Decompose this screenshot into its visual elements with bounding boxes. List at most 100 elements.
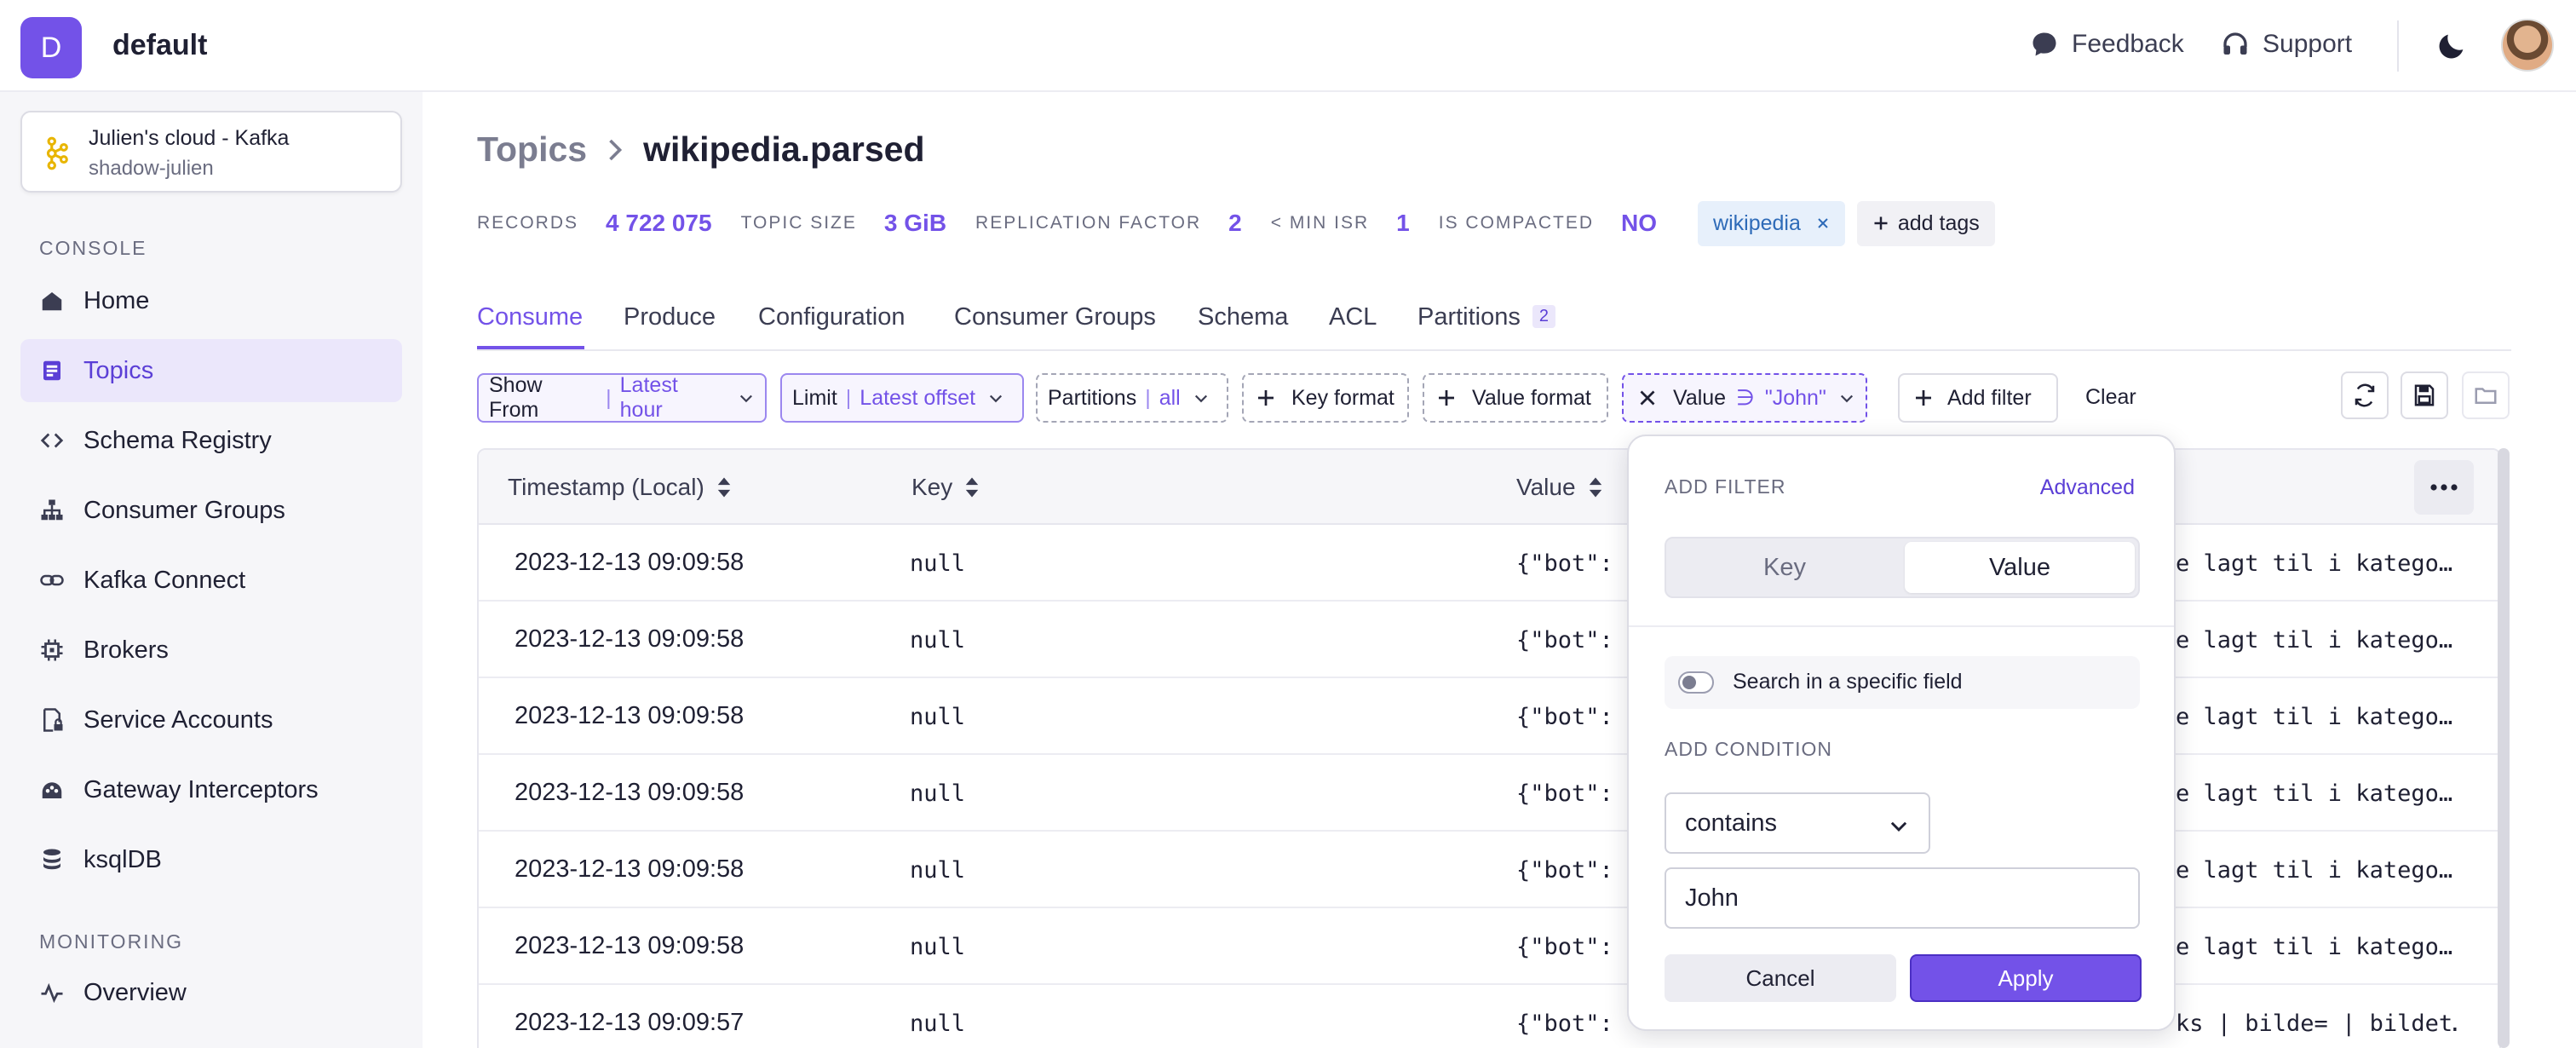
moon-icon[interactable]: [2435, 29, 2469, 63]
messages-table: Timestamp (Local) Key Value 2023-12-13 0…: [477, 448, 2501, 1048]
segment-key[interactable]: Key: [1670, 542, 1900, 593]
sidebar-item-brokers[interactable]: Brokers: [20, 619, 402, 682]
chevron-down-icon: [1194, 394, 1207, 403]
cancel-button[interactable]: Cancel: [1665, 954, 1896, 1002]
header-divider: [2397, 20, 2399, 72]
org-avatar[interactable]: D: [20, 17, 82, 78]
org-name[interactable]: default: [112, 29, 207, 62]
user-avatar[interactable]: [2501, 19, 2554, 72]
chevron-down-icon: [740, 394, 753, 403]
value-filter-chip[interactable]: Value ∋ "John": [1622, 373, 1867, 423]
doc-lock-icon: [43, 708, 63, 732]
sidebar-item-label: Topics: [83, 356, 154, 384]
save-button[interactable]: [2401, 371, 2448, 419]
sidebar-item-overview[interactable]: Overview: [20, 961, 402, 1024]
page-title: wikipedia.parsed: [643, 130, 925, 169]
tab-configuration[interactable]: Configuration: [758, 303, 906, 331]
tab-schema[interactable]: Schema: [1198, 303, 1288, 331]
segment-value[interactable]: Value: [1905, 542, 2135, 593]
key-cell: null: [910, 780, 966, 807]
table-row[interactable]: 2023-12-13 09:09:58 null {"bot": e lagt …: [479, 908, 2499, 985]
support-link[interactable]: Support: [2220, 29, 2352, 60]
value-cell-tail: e lagt til i katego…: [2176, 627, 2453, 654]
sidebar-item-ksqldb[interactable]: ksqlDB: [20, 828, 402, 891]
add-filter-button[interactable]: Add filter: [1898, 373, 2058, 423]
value-cell-tail: e lagt til i katego…: [2176, 780, 2453, 807]
apply-button[interactable]: Apply: [1910, 954, 2142, 1002]
key-cell: null: [910, 934, 966, 960]
value-cell-tail: e lagt til i katego…: [2176, 704, 2453, 730]
more-options-button[interactable]: [2414, 460, 2474, 515]
value-cell: {"bot":: [1516, 857, 1613, 884]
table-row[interactable]: 2023-12-13 09:09:58 null {"bot": e lagt …: [479, 602, 2499, 678]
sidebar-item-consumer-groups[interactable]: Consumer Groups: [20, 479, 402, 542]
table-header: Timestamp (Local) Key Value: [479, 450, 2499, 525]
sidebar-item-home[interactable]: Home: [20, 269, 402, 332]
add-tags-button[interactable]: add tags: [1856, 200, 1995, 246]
close-icon[interactable]: [1816, 216, 1830, 230]
close-icon[interactable]: [1637, 388, 1658, 408]
advanced-link[interactable]: Advanced: [2040, 475, 2135, 500]
condition-value-input[interactable]: John: [1665, 867, 2140, 929]
more-horizontal-icon: [2430, 484, 2458, 491]
add-tags-label: add tags: [1897, 210, 1980, 235]
sidebar-item-label: ksqlDB: [83, 845, 162, 873]
sort-icon: [966, 477, 979, 498]
sidebar-item-service-accounts[interactable]: Service Accounts: [20, 688, 402, 751]
key-cell: null: [910, 704, 966, 730]
timestamp-cell: 2023-12-13 09:09:58: [515, 779, 745, 806]
column-value[interactable]: Value: [1516, 474, 1603, 501]
hierarchy-icon: [41, 499, 63, 521]
sort-icon: [1589, 477, 1601, 498]
partitions-value: all: [1159, 385, 1181, 410]
tab-partitions[interactable]: Partitions 2: [1417, 303, 1556, 331]
section-console: CONSOLE: [39, 237, 147, 259]
tab-produce[interactable]: Produce: [624, 303, 716, 331]
tag-wikipedia: wikipedia: [1698, 200, 1845, 246]
sidebar-item-kafka-connect[interactable]: Kafka Connect: [20, 549, 402, 612]
tab-consumer-groups[interactable]: Consumer Groups: [954, 303, 1156, 331]
show-from-value: Latest hour: [619, 373, 678, 422]
refresh-button[interactable]: [2341, 371, 2389, 419]
sidebar-item-schema-registry[interactable]: Schema Registry: [20, 409, 402, 472]
sidebar-item-topics[interactable]: Topics: [20, 339, 402, 402]
tab-consume[interactable]: Consume: [477, 303, 583, 331]
value-format-button[interactable]: Value format: [1423, 373, 1608, 423]
tag-label: wikipedia: [1713, 210, 1801, 235]
partitions-select[interactable]: Partitions | all: [1036, 373, 1228, 423]
table-row[interactable]: 2023-12-13 09:09:57 null {"bot": ks | bi…: [479, 985, 2499, 1048]
value-format-label: Value format: [1472, 385, 1591, 410]
table-row[interactable]: 2023-12-13 09:09:58 null {"bot": e lagt …: [479, 678, 2499, 755]
cluster-selector[interactable]: Julien's cloud - Kafka shadow-julien: [20, 111, 402, 193]
topic-stats: RECORDS 4 722 075 TOPIC SIZE 3 GiB REPLI…: [477, 198, 1995, 249]
tab-acl[interactable]: ACL: [1329, 303, 1377, 331]
limit-label: Limit: [792, 385, 837, 410]
condition-operator-select[interactable]: contains: [1665, 792, 1930, 854]
limit-select[interactable]: Limit | Latest offset: [780, 373, 1024, 423]
key-cell: null: [910, 857, 966, 884]
open-folder-button[interactable]: [2462, 371, 2510, 419]
clear-button[interactable]: Clear: [2085, 385, 2136, 410]
show-from-select[interactable]: Show From | Latest hour: [477, 373, 767, 423]
value-cell: {"bot":: [1516, 627, 1613, 654]
records-label: RECORDS: [477, 213, 579, 233]
feedback-link[interactable]: Feedback: [2029, 29, 2184, 60]
sidebar-item-gateway-interceptors[interactable]: Gateway Interceptors: [20, 758, 402, 821]
link-icon: [40, 574, 64, 586]
specific-field-toggle[interactable]: [1678, 671, 1714, 694]
topics-icon: [43, 360, 60, 381]
partitions-count-badge: 2: [1532, 305, 1556, 328]
table-row[interactable]: 2023-12-13 09:09:58 null {"bot": e lagt …: [479, 832, 2499, 908]
key-format-button[interactable]: Key format: [1242, 373, 1409, 423]
target-segmented-control: Key Value: [1665, 537, 2140, 598]
breadcrumb-topics[interactable]: Topics: [477, 130, 587, 170]
refresh-icon: [2355, 383, 2375, 407]
sidebar-item-label: Schema Registry: [83, 426, 272, 454]
min-isr-value: 1: [1396, 210, 1410, 236]
table-row[interactable]: 2023-12-13 09:09:58 null {"bot": e lagt …: [479, 525, 2499, 602]
table-row[interactable]: 2023-12-13 09:09:58 null {"bot": e lagt …: [479, 755, 2499, 832]
column-key[interactable]: Key: [911, 474, 980, 501]
table-scrollbar[interactable]: [2498, 448, 2510, 1048]
value-cell: {"bot":: [1516, 704, 1613, 730]
column-timestamp[interactable]: Timestamp (Local): [508, 474, 732, 501]
